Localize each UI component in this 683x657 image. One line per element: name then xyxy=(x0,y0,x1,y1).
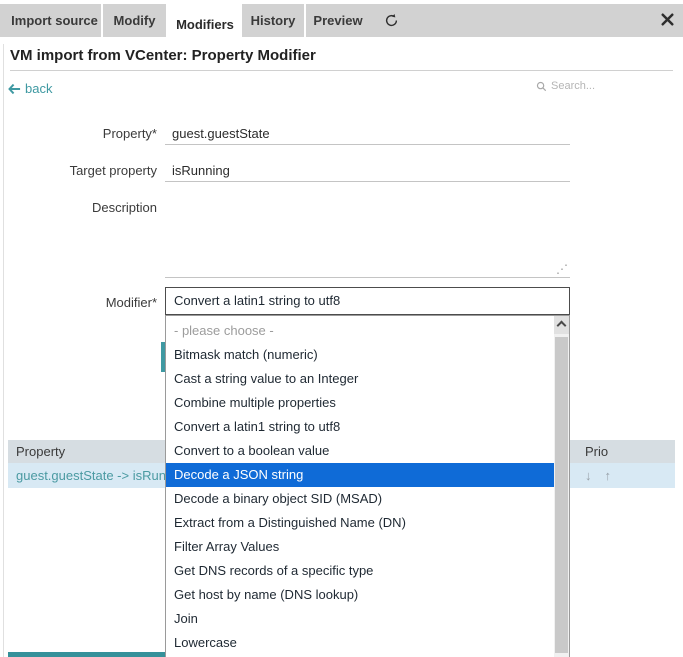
modifier-select[interactable]: Convert a latin1 string to utf8 xyxy=(165,287,570,315)
search-box xyxy=(536,80,641,92)
option-lowercase[interactable]: Lowercase xyxy=(166,631,554,655)
description-label: Description xyxy=(0,200,157,215)
back-arrow-icon xyxy=(8,83,21,95)
property-field[interactable]: guest.guestState xyxy=(172,126,270,141)
property-label: Property* xyxy=(0,126,157,141)
tab-import-source[interactable]: Import source xyxy=(8,4,103,37)
prio-up-icon[interactable]: ↑ xyxy=(605,468,612,483)
target-property-label: Target property xyxy=(0,163,157,178)
scrollbar-thumb[interactable] xyxy=(555,337,568,653)
tab-preview[interactable]: Preview xyxy=(306,4,370,37)
dropdown-scrollbar xyxy=(554,316,569,657)
column-header-prio[interactable]: Prio xyxy=(577,444,675,459)
modifier-label: Modifier* xyxy=(0,295,157,310)
prio-down-icon[interactable]: ↓ xyxy=(585,468,592,483)
back-button[interactable]: back xyxy=(8,81,52,96)
option-please-choose[interactable]: - please choose - xyxy=(166,319,554,343)
vm-import-modifier-window: Import source Modify Modifiers History P… xyxy=(0,0,683,657)
tab-modify[interactable]: Modify xyxy=(103,4,168,37)
scroll-up-icon[interactable] xyxy=(554,316,569,334)
option-decode-sid[interactable]: Decode a binary object SID (MSAD) xyxy=(166,487,554,511)
option-filter-array[interactable]: Filter Array Values xyxy=(166,535,554,559)
option-convert-latin1[interactable]: Convert a latin1 string to utf8 xyxy=(166,415,554,439)
property-underline xyxy=(165,144,570,145)
close-icon[interactable] xyxy=(660,12,675,27)
chevron-up-icon xyxy=(557,321,567,331)
option-convert-boolean[interactable]: Convert to a boolean value xyxy=(166,439,554,463)
row-prio-cell: ↓ ↑ xyxy=(577,468,675,483)
option-cast-integer[interactable]: Cast a string value to an Integer xyxy=(166,367,554,391)
option-get-host[interactable]: Get host by name (DNS lookup) xyxy=(166,583,554,607)
search-input[interactable] xyxy=(551,80,641,92)
target-property-underline xyxy=(165,181,570,182)
refresh-icon[interactable] xyxy=(383,12,400,29)
option-combine-props[interactable]: Combine multiple properties xyxy=(166,391,554,415)
tab-modifiers[interactable]: Modifiers xyxy=(168,4,242,44)
tab-label: Modify xyxy=(114,13,156,28)
tab-label: Import source xyxy=(11,13,98,28)
description-textarea[interactable] xyxy=(172,200,570,270)
option-join[interactable]: Join xyxy=(166,607,554,631)
title-divider xyxy=(10,70,673,71)
search-icon xyxy=(536,81,547,92)
back-label: back xyxy=(25,81,52,96)
option-list: - please choose - Bitmask match (numeric… xyxy=(166,319,554,655)
tab-label: Preview xyxy=(313,13,362,28)
target-property-field[interactable]: isRunning xyxy=(172,163,230,178)
tab-label: History xyxy=(251,13,296,28)
tab-history[interactable]: History xyxy=(242,4,306,37)
modifier-dropdown-list: - please choose - Bitmask match (numeric… xyxy=(165,315,570,657)
option-extract-dn[interactable]: Extract from a Distinguished Name (DN) xyxy=(166,511,554,535)
option-decode-json[interactable]: Decode a JSON string xyxy=(166,463,554,487)
resize-grip-icon[interactable]: ⋰ xyxy=(556,262,568,276)
page-title: VM import from VCenter: Property Modifie… xyxy=(10,47,316,64)
tab-label: Modifiers xyxy=(176,17,234,32)
option-bitmask-match[interactable]: Bitmask match (numeric) xyxy=(166,343,554,367)
description-underline xyxy=(165,277,570,278)
option-get-dns-records[interactable]: Get DNS records of a specific type xyxy=(166,559,554,583)
